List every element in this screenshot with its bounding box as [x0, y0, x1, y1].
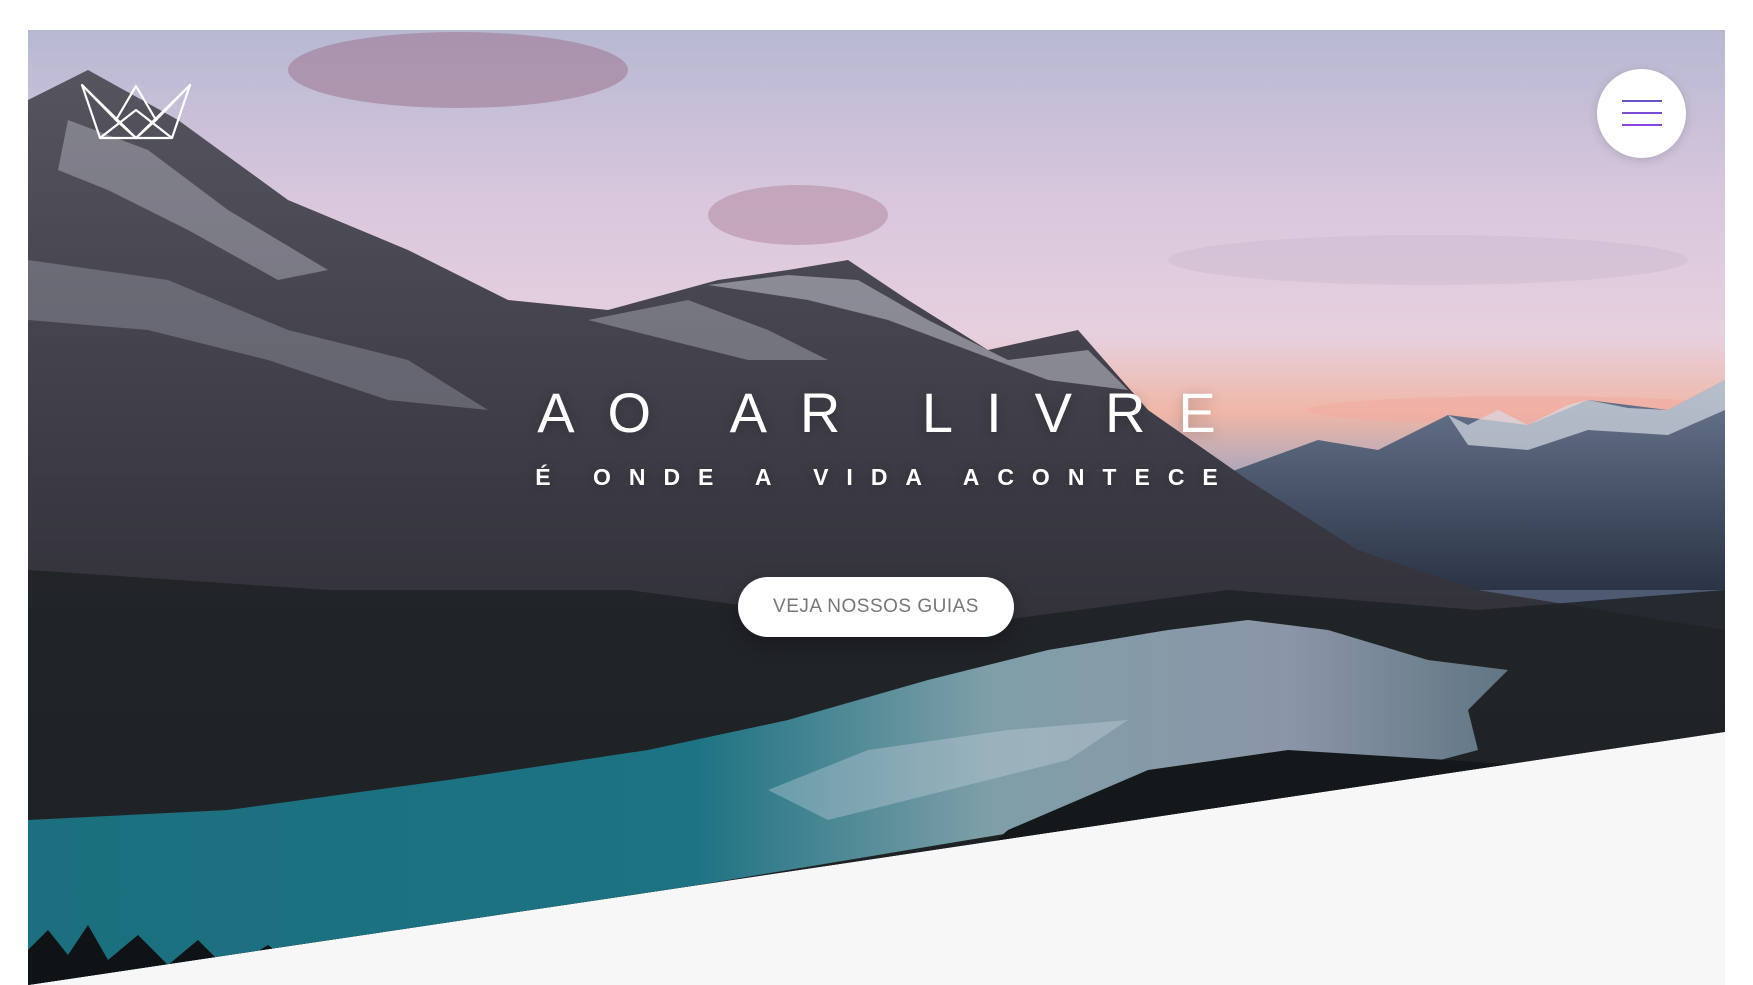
hero-subtitle: É ONDE A VIDA ACONTECE [535, 464, 1236, 490]
page-frame: AO AR LIVRE É ONDE A VIDA ACONTECE VEJA … [28, 30, 1725, 985]
hero-heading-group: AO AR LIVRE É ONDE A VIDA ACONTECE [28, 378, 1725, 492]
hero-title: AO AR LIVRE [537, 381, 1249, 444]
menu-line-icon [1622, 124, 1662, 126]
menu-line-icon [1622, 100, 1662, 102]
menu-line-icon [1622, 112, 1662, 114]
view-guides-button[interactable]: VEJA NOSSOS GUIAS [738, 577, 1014, 637]
crown-logo-icon[interactable] [80, 80, 192, 140]
hamburger-menu-button[interactable] [1597, 69, 1686, 158]
hero-background-image [28, 30, 1725, 985]
hero-section: AO AR LIVRE É ONDE A VIDA ACONTECE VEJA … [28, 30, 1725, 985]
